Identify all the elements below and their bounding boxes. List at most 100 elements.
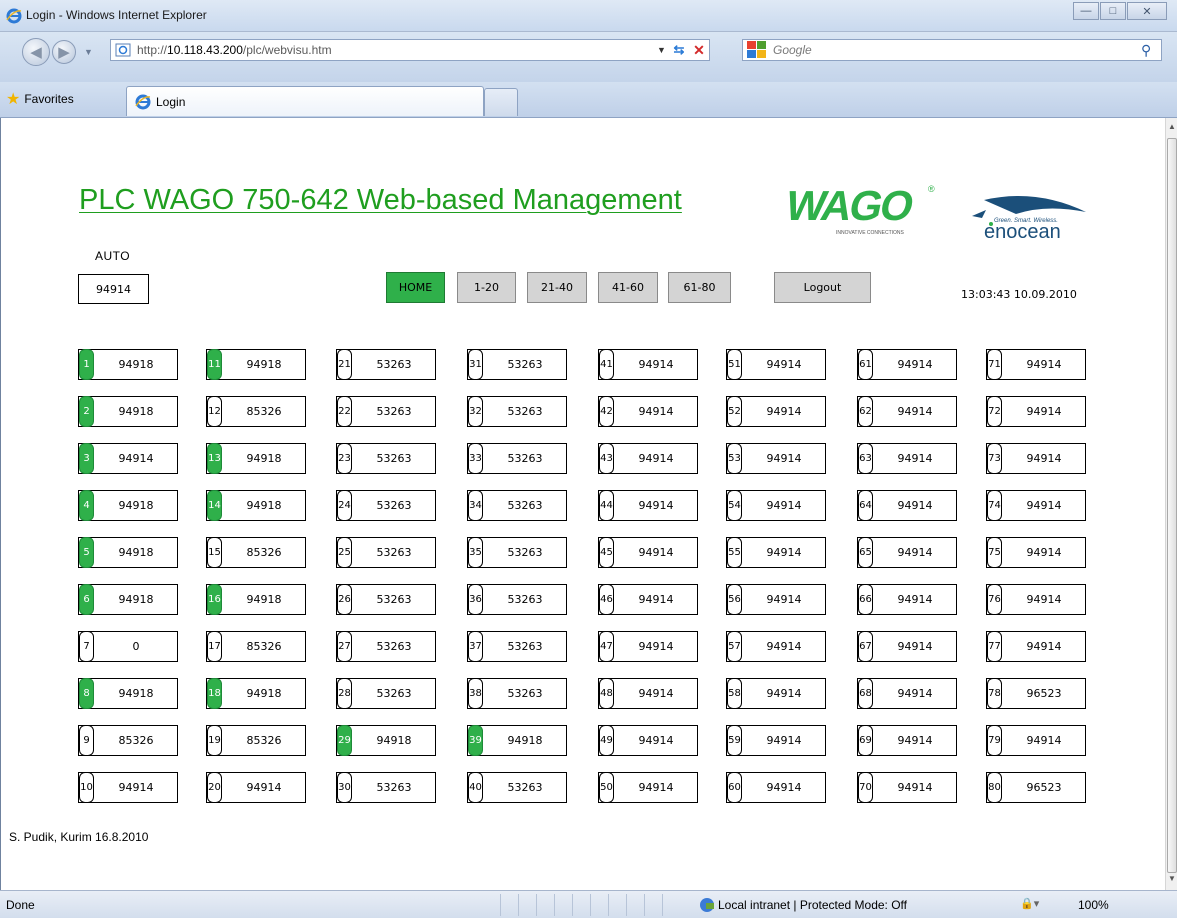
channel-number[interactable]: 75: [987, 537, 1002, 568]
channel-number[interactable]: 50: [599, 772, 614, 803]
channel-number[interactable]: 57: [727, 631, 742, 662]
channel-number[interactable]: 12: [207, 396, 222, 427]
channel-number[interactable]: 64: [858, 490, 873, 521]
channel-number[interactable]: 51: [727, 349, 742, 380]
channel-number[interactable]: 59: [727, 725, 742, 756]
channel-number[interactable]: 62: [858, 396, 873, 427]
scroll-down-icon[interactable]: ▼: [1168, 874, 1176, 886]
channel-number[interactable]: 41: [599, 349, 614, 380]
channel-number[interactable]: 52: [727, 396, 742, 427]
channel-number[interactable]: 40: [468, 772, 483, 803]
tab-login[interactable]: Login: [126, 86, 484, 116]
back-button[interactable]: ◀: [22, 38, 50, 66]
channel-number[interactable]: 16: [207, 584, 222, 615]
page-title[interactable]: PLC WAGO 750-642 Web-based Management: [79, 184, 682, 217]
channel-number[interactable]: 78: [987, 678, 1002, 709]
channel-number[interactable]: 10: [79, 772, 94, 803]
channel-number[interactable]: 14: [207, 490, 222, 521]
channel-number[interactable]: 68: [858, 678, 873, 709]
channel-number[interactable]: 4: [79, 490, 94, 521]
channel-number[interactable]: 34: [468, 490, 483, 521]
scroll-thumb[interactable]: [1167, 138, 1177, 873]
security-zone[interactable]: Local intranet | Protected Mode: Off: [700, 898, 907, 912]
recent-pages-dropdown-icon[interactable]: ▼: [84, 47, 93, 57]
channel-number[interactable]: 19: [207, 725, 222, 756]
channel-number[interactable]: 9: [79, 725, 94, 756]
channel-number[interactable]: 80: [987, 772, 1002, 803]
search-input[interactable]: Google: [773, 43, 1141, 57]
channel-number[interactable]: 44: [599, 490, 614, 521]
channel-number[interactable]: 29: [337, 725, 352, 756]
channel-number[interactable]: 2: [79, 396, 94, 427]
channel-number[interactable]: 67: [858, 631, 873, 662]
channel-number[interactable]: 28: [337, 678, 352, 709]
channel-number[interactable]: 27: [337, 631, 352, 662]
channel-number[interactable]: 31: [468, 349, 483, 380]
channel-number[interactable]: 22: [337, 396, 352, 427]
channel-number[interactable]: 18: [207, 678, 222, 709]
nav-button-61-80[interactable]: 61-80: [668, 272, 731, 303]
address-dropdown-icon[interactable]: ▼: [657, 45, 669, 55]
channel-number[interactable]: 15: [207, 537, 222, 568]
stop-icon[interactable]: ✕: [689, 42, 709, 59]
scroll-up-icon[interactable]: ▲: [1168, 122, 1176, 134]
channel-number[interactable]: 33: [468, 443, 483, 474]
nav-button-home[interactable]: HOME: [386, 272, 445, 303]
channel-number[interactable]: 25: [337, 537, 352, 568]
channel-number[interactable]: 55: [727, 537, 742, 568]
channel-number[interactable]: 49: [599, 725, 614, 756]
channel-number[interactable]: 24: [337, 490, 352, 521]
channel-number[interactable]: 56: [727, 584, 742, 615]
channel-number[interactable]: 32: [468, 396, 483, 427]
new-tab-button[interactable]: [484, 88, 518, 116]
channel-number[interactable]: 30: [337, 772, 352, 803]
channel-number[interactable]: 70: [858, 772, 873, 803]
security-icon[interactable]: 🔒▾: [1020, 897, 1039, 910]
channel-number[interactable]: 17: [207, 631, 222, 662]
channel-number[interactable]: 26: [337, 584, 352, 615]
channel-number[interactable]: 23: [337, 443, 352, 474]
channel-number[interactable]: 38: [468, 678, 483, 709]
minimize-button[interactable]: —: [1073, 2, 1099, 20]
channel-number[interactable]: 39: [468, 725, 483, 756]
channel-number[interactable]: 47: [599, 631, 614, 662]
vertical-scrollbar[interactable]: ▲ ▼: [1165, 118, 1177, 890]
channel-number[interactable]: 53: [727, 443, 742, 474]
channel-number[interactable]: 61: [858, 349, 873, 380]
channel-number[interactable]: 5: [79, 537, 94, 568]
favorites-button[interactable]: ★ Favorites: [6, 89, 74, 109]
zoom-level[interactable]: 100%: [1078, 898, 1109, 912]
channel-number[interactable]: 69: [858, 725, 873, 756]
channel-number[interactable]: 74: [987, 490, 1002, 521]
nav-button-logout[interactable]: Logout: [774, 272, 871, 303]
search-field[interactable]: Google ⚲: [742, 39, 1162, 61]
search-icon[interactable]: ⚲: [1141, 42, 1161, 59]
channel-number[interactable]: 79: [987, 725, 1002, 756]
channel-number[interactable]: 21: [337, 349, 352, 380]
channel-number[interactable]: 13: [207, 443, 222, 474]
channel-number[interactable]: 66: [858, 584, 873, 615]
channel-number[interactable]: 77: [987, 631, 1002, 662]
channel-number[interactable]: 37: [468, 631, 483, 662]
channel-number[interactable]: 35: [468, 537, 483, 568]
channel-number[interactable]: 43: [599, 443, 614, 474]
channel-number[interactable]: 1: [79, 349, 94, 380]
address-field[interactable]: http://10.118.43.200/plc/webvisu.htm ▼ ⇆…: [110, 39, 710, 61]
channel-number[interactable]: 36: [468, 584, 483, 615]
channel-number[interactable]: 48: [599, 678, 614, 709]
channel-number[interactable]: 63: [858, 443, 873, 474]
nav-button-41-60[interactable]: 41-60: [598, 272, 658, 303]
channel-number[interactable]: 3: [79, 443, 94, 474]
channel-number[interactable]: 71: [987, 349, 1002, 380]
channel-number[interactable]: 60: [727, 772, 742, 803]
channel-number[interactable]: 20: [207, 772, 222, 803]
channel-number[interactable]: 8: [79, 678, 94, 709]
channel-number[interactable]: 54: [727, 490, 742, 521]
nav-button-21-40[interactable]: 21-40: [527, 272, 587, 303]
refresh-icon[interactable]: ⇆: [669, 42, 689, 58]
close-button[interactable]: ✕: [1127, 2, 1167, 20]
channel-number[interactable]: 7: [79, 631, 94, 662]
channel-number[interactable]: 6: [79, 584, 94, 615]
channel-number[interactable]: 65: [858, 537, 873, 568]
channel-number[interactable]: 76: [987, 584, 1002, 615]
